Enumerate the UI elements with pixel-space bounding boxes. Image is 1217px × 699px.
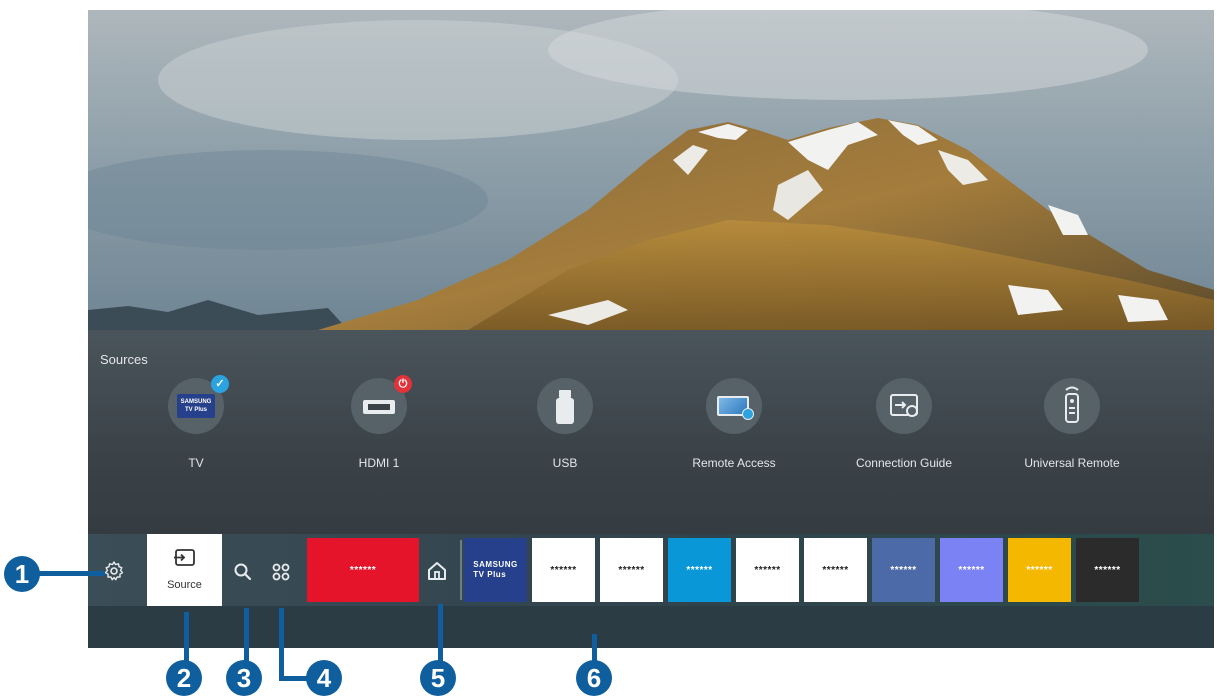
app-tile-label: ****** <box>1094 564 1121 576</box>
source-item-tv[interactable]: SAMSUNG TV Plus ✓ TV <box>121 375 271 470</box>
tv-plus-logo-line1: SAMSUNG <box>180 399 212 405</box>
source-button-label: Source <box>167 579 202 591</box>
app-tile-label: ****** <box>890 564 917 576</box>
app-tile-label: ****** <box>686 564 713 576</box>
app-tile[interactable]: ****** <box>1008 538 1071 602</box>
home-divider <box>460 540 462 600</box>
app-tile[interactable]: ****** <box>804 538 867 602</box>
source-label-connection-guide: Connection Guide <box>855 456 953 470</box>
app-tile-label: ****** <box>822 564 849 576</box>
callout-3: 3 <box>226 660 262 696</box>
source-item-remote-access[interactable]: Remote Access <box>659 378 809 470</box>
callout-leader-2 <box>184 612 189 662</box>
app-tile-label: ****** <box>1026 564 1053 576</box>
app-tile[interactable]: ****** <box>600 538 663 602</box>
app-tile-label: ****** <box>618 564 645 576</box>
featured-app-tile[interactable]: ****** <box>307 538 419 602</box>
app-tile[interactable]: ****** <box>940 538 1003 602</box>
callout-leader-4a <box>279 608 284 680</box>
callout-leader-6 <box>592 634 597 662</box>
smart-hub-home-bar: Source ****** SAMSUNG TV Plus ****** ***… <box>88 534 1214 606</box>
callout-5: 5 <box>420 660 456 696</box>
home-icon[interactable] <box>426 560 448 582</box>
gear-icon[interactable] <box>103 560 125 582</box>
app-tile[interactable]: ****** <box>1076 538 1139 602</box>
tv-plus-tile-line1: SAMSUNG <box>473 560 518 569</box>
app-tile[interactable]: ****** <box>872 538 935 602</box>
source-item-connection-guide[interactable]: Connection Guide <box>829 378 979 470</box>
remote-access-icon <box>706 378 762 434</box>
universal-remote-icon <box>1044 378 1100 434</box>
connection-guide-icon <box>876 378 932 434</box>
tv-screen: Sources SAMSUNG TV Plus ✓ TV ⏻ HDMI 1 US… <box>88 10 1214 648</box>
app-tile-samsung-tv-plus[interactable]: SAMSUNG TV Plus <box>464 538 527 602</box>
tv-plus-logo-line2: TV Plus <box>184 407 207 413</box>
source-label-remote-access: Remote Access <box>692 456 776 470</box>
source-item-hdmi1[interactable]: ⏻ HDMI 1 <box>304 375 454 470</box>
source-item-universal-remote[interactable]: Universal Remote <box>997 378 1147 470</box>
app-tile[interactable]: ****** <box>532 538 595 602</box>
source-label-usb: USB <box>552 456 578 470</box>
callout-4: 4 <box>306 660 342 696</box>
hero-mountain-image <box>88 10 1214 330</box>
callout-leader-1 <box>30 571 105 576</box>
bottom-strip <box>88 606 1214 648</box>
source-button[interactable]: Source <box>147 534 222 606</box>
callout-leader-3 <box>244 608 249 662</box>
source-item-usb[interactable]: USB <box>490 378 640 470</box>
apps-icon[interactable] <box>271 562 291 582</box>
callout-leader-5 <box>438 604 443 662</box>
app-tile-label: ****** <box>550 564 577 576</box>
callout-1: 1 <box>4 556 40 592</box>
sources-panel: Sources SAMSUNG TV Plus ✓ TV ⏻ HDMI 1 US… <box>88 330 1214 544</box>
search-icon[interactable] <box>233 562 253 582</box>
power-badge: ⏻ <box>394 375 412 393</box>
app-tile-label: ****** <box>754 564 781 576</box>
app-tile[interactable]: ****** <box>668 538 731 602</box>
source-label-hdmi1: HDMI 1 <box>358 456 400 470</box>
app-tile[interactable]: ****** <box>736 538 799 602</box>
source-input-icon <box>174 549 195 566</box>
callout-2: 2 <box>166 660 202 696</box>
sources-title: Sources <box>100 352 148 367</box>
source-label-tv: TV <box>188 456 204 470</box>
featured-app-tile-label: ****** <box>349 564 377 576</box>
usb-icon <box>537 378 593 434</box>
app-tile-label: ****** <box>958 564 985 576</box>
connected-check-badge: ✓ <box>211 375 229 393</box>
callout-6: 6 <box>576 660 612 696</box>
callout-leader-4b <box>279 676 309 681</box>
tv-plus-tile-line2: TV Plus <box>473 570 507 579</box>
source-label-universal-remote: Universal Remote <box>1024 456 1120 470</box>
